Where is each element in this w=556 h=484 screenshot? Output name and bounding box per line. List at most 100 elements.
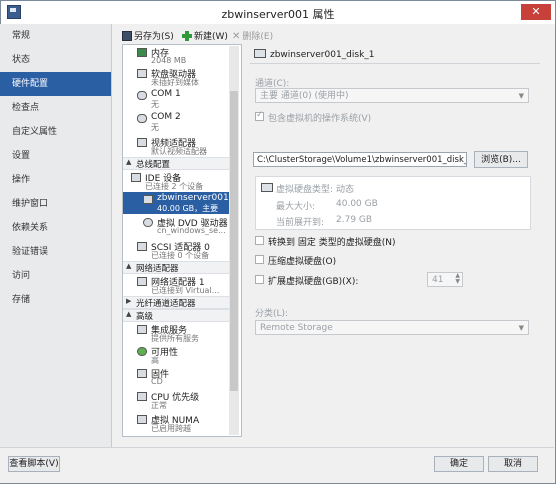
tree-item-sub: CD bbox=[151, 377, 163, 386]
classification-select[interactable]: Remote Storage ▼ bbox=[255, 320, 529, 335]
nav-item-validation-errors[interactable]: 验证错误 bbox=[0, 240, 111, 264]
nav-item-settings[interactable]: 设置 bbox=[0, 144, 111, 168]
tree-section-fibre-channel[interactable]: ▶ 光纤通道适配器 bbox=[123, 296, 229, 309]
tree-item-cpu-priority[interactable]: CPU 优先级 正常 bbox=[123, 389, 229, 410]
new-label: 新建(W) bbox=[194, 32, 228, 42]
expand-disk-checkbox[interactable] bbox=[255, 275, 264, 284]
com-port-icon bbox=[137, 114, 147, 123]
nav-item-storage[interactable]: 存储 bbox=[0, 288, 111, 312]
tree-item-scsi[interactable]: SCSI 适配器 0 已连接 0 个设备 bbox=[123, 239, 229, 260]
expand-disk-label: 扩展虚拟硬盘(GB)(X): bbox=[268, 277, 359, 287]
tree-section-label: 高级 bbox=[136, 312, 154, 322]
compress-disk-checkbox[interactable] bbox=[255, 255, 264, 264]
chevron-up-icon: ▲ bbox=[126, 262, 132, 270]
classification-value: Remote Storage bbox=[260, 323, 333, 333]
nav-item-custom-properties[interactable]: 自定义属性 bbox=[0, 120, 111, 144]
divider bbox=[250, 63, 540, 64]
tree-item-memory[interactable]: 内存 2048 MB bbox=[123, 45, 229, 65]
convert-fixed-checkbox[interactable] bbox=[255, 236, 264, 245]
disk-type-label: 虚拟硬盘类型: bbox=[276, 185, 334, 195]
ok-button[interactable]: 确定 bbox=[434, 456, 484, 472]
nav-item-checkpoints[interactable]: 检查点 bbox=[0, 96, 111, 120]
classification-label: 分类(L): bbox=[255, 309, 289, 319]
nav-item-general[interactable]: 常规 bbox=[0, 24, 111, 48]
chevron-down-icon: ▼ bbox=[518, 324, 524, 332]
tree-item-virtual-numa[interactable]: 虚拟 NUMA 已启用跨越 bbox=[123, 412, 229, 433]
compress-disk-label: 压缩虚拟硬盘(O) bbox=[268, 257, 337, 267]
tree-section-label: 总线配置 bbox=[136, 160, 171, 170]
max-size-label: 最大大小: bbox=[276, 202, 316, 212]
floppy-icon bbox=[137, 69, 147, 78]
nav-item-access[interactable]: 访问 bbox=[0, 264, 111, 288]
tree-item-sub: 已启用跨越 bbox=[151, 424, 191, 433]
expand-size-stepper[interactable]: 41 ▲ ▼ bbox=[427, 272, 463, 287]
memory-icon bbox=[137, 48, 147, 57]
tree-section-advanced[interactable]: ▲ 高级 bbox=[123, 309, 229, 322]
chevron-down-icon: ▼ bbox=[518, 92, 524, 100]
availability-icon bbox=[137, 347, 147, 356]
save-as-button[interactable]: 另存为(S) bbox=[122, 29, 174, 42]
disk-name: zbwinserver001_disk_1 bbox=[270, 50, 375, 60]
left-nav: 常规 状态 硬件配置 检查点 自定义属性 设置 操作 维护窗口 依赖关系 验证错… bbox=[0, 24, 112, 447]
tree-item-floppy[interactable]: 软盘驱动器 未插好到媒体 bbox=[123, 66, 229, 87]
tree-item-sub: 已连接 0 个设备 bbox=[151, 251, 210, 260]
tree-item-sub: cn_windows_se... bbox=[157, 226, 226, 235]
tree-item-sub: 无 bbox=[151, 100, 159, 109]
current-size-label: 当前展开到: bbox=[276, 218, 325, 228]
tree-section-network[interactable]: ▲ 网络适配器 bbox=[123, 261, 229, 274]
delete-button[interactable]: ✕ 删除(E) bbox=[232, 29, 273, 42]
tree-scrollbar[interactable] bbox=[229, 46, 239, 435]
channel-value: 主要 通道(0) (使用中) bbox=[260, 91, 349, 101]
tree-item-sub: 正常 bbox=[151, 401, 167, 410]
tree-item-sub: 2048 MB bbox=[151, 56, 187, 65]
disk-info-box: 虚拟硬盘类型: 动态 最大大小: 40.00 GB 当前展开到: 2.79 GB bbox=[255, 176, 531, 230]
nav-item-status[interactable]: 状态 bbox=[0, 48, 111, 72]
hard-disk-icon bbox=[143, 195, 153, 204]
current-size-value: 2.79 GB bbox=[336, 215, 373, 225]
hard-disk-icon bbox=[254, 49, 266, 58]
network-adapter-icon bbox=[137, 277, 147, 286]
tree-section-label: 光纤通道适配器 bbox=[136, 299, 196, 309]
tree-item-sub: 高 bbox=[151, 356, 159, 365]
monitor-icon bbox=[137, 138, 147, 147]
cancel-button[interactable]: 取消 bbox=[488, 456, 538, 472]
tree-item-ide[interactable]: IDE 设备 已连接 2 个设备 bbox=[123, 170, 229, 191]
tree-item-com1[interactable]: COM 1 无 bbox=[123, 88, 229, 109]
dialog-footer: 查看脚本(V) 确定 取消 bbox=[0, 447, 554, 483]
tree-section-bus[interactable]: ▲ 总线配置 bbox=[123, 157, 229, 170]
browse-button[interactable]: 浏览(B)... bbox=[474, 151, 528, 168]
chevron-up-icon: ▲ bbox=[126, 158, 132, 166]
firmware-icon bbox=[137, 369, 147, 378]
include-os-label: 包含虚拟机的操作系统(V) bbox=[268, 114, 372, 124]
tree-item-sub: 40.00 GB，主要 bbox=[157, 204, 219, 213]
tree-item-sub: 已连接 2 个设备 bbox=[145, 182, 204, 191]
vhd-path-input[interactable]: C:\ClusterStorage\Volume1\zbwinserver001… bbox=[253, 152, 467, 167]
nav-item-maintenance-window[interactable]: 维护窗口 bbox=[0, 192, 111, 216]
tree-item-sub: 已连接到 Virtual... bbox=[151, 286, 220, 295]
view-script-button[interactable]: 查看脚本(V) bbox=[8, 456, 60, 472]
nav-item-dependencies[interactable]: 依赖关系 bbox=[0, 216, 111, 240]
chevron-up-icon: ▲ bbox=[126, 310, 132, 318]
tree-item-video-adapter[interactable]: 视频适配器 默认视频适配器 bbox=[123, 135, 229, 156]
tree-item-dvd[interactable]: 虚拟 DVD 驱动器 cn_windows_se... bbox=[123, 215, 229, 235]
tree-item-com2[interactable]: COM 2 无 bbox=[123, 111, 229, 132]
close-button[interactable]: ✕ bbox=[521, 4, 551, 20]
nav-item-actions[interactable]: 操作 bbox=[0, 168, 111, 192]
include-os-checkbox[interactable] bbox=[255, 110, 264, 121]
tree-item-integration-services[interactable]: 集成服务 提供所有服务 bbox=[123, 322, 229, 343]
tree-item-title: COM 1 bbox=[151, 89, 181, 99]
tree-item-network-adapter[interactable]: 网络适配器 1 已连接到 Virtual... bbox=[123, 274, 229, 295]
scsi-controller-icon bbox=[137, 242, 147, 251]
tree-item-firmware[interactable]: 固件 CD bbox=[123, 366, 229, 386]
scrollbar-thumb[interactable] bbox=[230, 91, 238, 391]
tree-item-availability[interactable]: 可用性 高 bbox=[123, 344, 229, 365]
channel-select[interactable]: 主要 通道(0) (使用中) ▼ bbox=[255, 88, 529, 103]
integration-icon bbox=[137, 325, 147, 334]
save-as-label: 另存为(S) bbox=[134, 32, 174, 42]
save-icon bbox=[122, 31, 132, 41]
disk-type-value: 动态 bbox=[336, 185, 355, 195]
nav-item-hardware[interactable]: 硬件配置 bbox=[0, 72, 111, 96]
tree-item-disk[interactable]: zbwinserver001 40.00 GB，主要 bbox=[123, 192, 229, 214]
title-bar: zbwinserver001 属性 ✕ bbox=[1, 1, 555, 25]
new-button[interactable]: 新建(W) bbox=[182, 29, 228, 42]
